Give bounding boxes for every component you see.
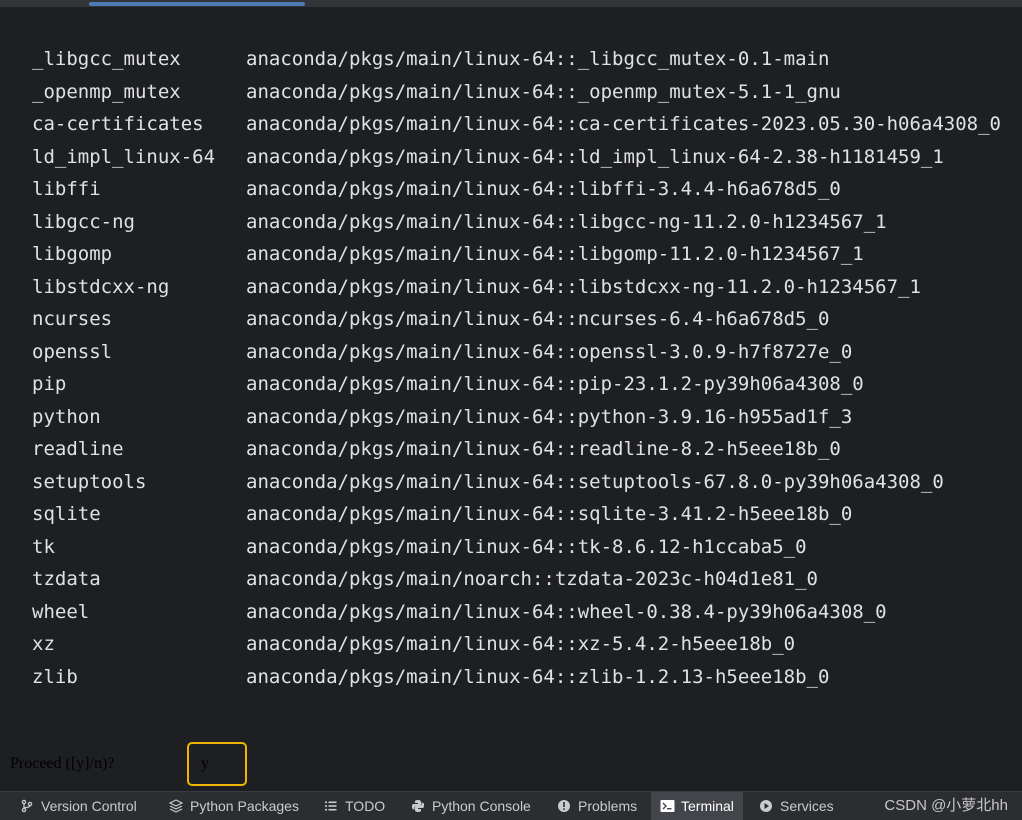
scrollbar-thumb[interactable]	[89, 2, 305, 6]
package-name: readline	[32, 438, 124, 460]
package-name: libgomp	[32, 243, 113, 265]
package-spec: anaconda/pkgs/main/linux-64::setuptools-…	[246, 470, 944, 493]
package-spec: anaconda/pkgs/main/noarch::tzdata-2023c-…	[246, 568, 818, 590]
tab-version-control[interactable]: Version Control	[11, 792, 145, 820]
package-row: pip anaconda/pkgs/main/linux-64::pip-23.1…	[32, 368, 1001, 401]
package-spec: anaconda/pkgs/main/linux-64::_libgcc_mut…	[246, 48, 830, 70]
tool-window-bar: Version Control Python Packages TODO Pyt…	[0, 791, 1022, 820]
package-row: ld_impl_linux-64 anaconda/pkgs/main/linux…	[32, 141, 1001, 174]
package-row: wheel anaconda/pkgs/main/linux-64::wheel-…	[32, 596, 1001, 629]
package-name: python	[32, 405, 101, 428]
tab-python-packages[interactable]: Python Packages	[160, 792, 307, 820]
package-name: ld_impl_linux-64	[32, 145, 216, 168]
package-name: xz	[32, 633, 55, 655]
info-icon	[556, 798, 572, 814]
play-icon	[758, 798, 774, 814]
package-name: sqlite	[32, 503, 101, 525]
package-spec: anaconda/pkgs/main/linux-64::openssl-3.0…	[246, 340, 853, 363]
tab-label: Python Console	[432, 798, 531, 814]
list-icon	[323, 798, 339, 814]
package-row: libffi anaconda/pkgs/main/linux-64::libff…	[32, 173, 1001, 206]
tab-services[interactable]: Services	[750, 792, 842, 820]
tab-problems[interactable]: Problems	[548, 792, 645, 820]
package-spec: anaconda/pkgs/main/linux-64::libstdcxx-n…	[246, 275, 921, 298]
package-row: zlib anaconda/pkgs/main/linux-64::zlib-1.…	[32, 661, 1001, 694]
package-name: libgcc-ng	[32, 210, 135, 233]
package-name: tk	[32, 535, 55, 558]
watermark: CSDN @小萝北hh	[884, 797, 1008, 814]
package-spec: anaconda/pkgs/main/linux-64::ncurses-6.4…	[246, 308, 830, 330]
package-spec: anaconda/pkgs/main/linux-64::tk-8.6.12-h…	[246, 535, 807, 558]
package-spec: anaconda/pkgs/main/linux-64::libffi-3.4.…	[246, 178, 841, 200]
tab-terminal[interactable]: Terminal	[651, 792, 743, 820]
package-row: libgcc-ng anaconda/pkgs/main/linux-64::li…	[32, 206, 1001, 239]
package-spec: anaconda/pkgs/main/linux-64::pip-23.1.2-…	[246, 373, 864, 395]
answer-highlight-box	[187, 742, 247, 786]
package-name: libstdcxx-ng	[32, 275, 170, 298]
package-row: openssl anaconda/pkgs/main/linux-64::open…	[32, 336, 1001, 369]
package-spec: anaconda/pkgs/main/linux-64::libgcc-ng-1…	[246, 210, 887, 233]
package-spec: anaconda/pkgs/main/linux-64::sqlite-3.41…	[246, 503, 853, 525]
package-row: sqlite anaconda/pkgs/main/linux-64::sqlit…	[32, 498, 1001, 531]
package-row: xz anaconda/pkgs/main/linux-64::xz-5.4.2-…	[32, 628, 1001, 661]
package-spec: anaconda/pkgs/main/linux-64::ld_impl_lin…	[246, 145, 944, 168]
package-row: tk anaconda/pkgs/main/linux-64::tk-8.6.12…	[32, 531, 1001, 564]
package-spec: anaconda/pkgs/main/linux-64::xz-5.4.2-h5…	[246, 633, 796, 655]
package-row: libstdcxx-ng anaconda/pkgs/main/linux-64:…	[32, 271, 1001, 304]
package-name: wheel	[32, 600, 90, 623]
package-row: _libgcc_mutex anaconda/pkgs/main/linux-64…	[32, 43, 1001, 76]
editor-horizontal-scrollbar[interactable]	[0, 0, 1022, 7]
package-spec: anaconda/pkgs/main/linux-64::libgomp-11.…	[246, 243, 864, 265]
tab-label: Terminal	[681, 798, 734, 814]
package-spec: anaconda/pkgs/main/linux-64::zlib-1.2.13…	[246, 665, 830, 688]
tab-python-console[interactable]: Python Console	[402, 792, 539, 820]
terminal-panel[interactable]: _libgcc_mutex anaconda/pkgs/main/linux-64…	[0, 7, 1022, 791]
package-spec: anaconda/pkgs/main/linux-64::wheel-0.38.…	[246, 600, 887, 623]
package-row: python anaconda/pkgs/main/linux-64::pytho…	[32, 401, 1001, 434]
package-name: pip	[32, 373, 67, 395]
proceed-prompt: Proceed ([y]/n)?	[10, 755, 115, 772]
package-row: setuptools anaconda/pkgs/main/linux-64::s…	[32, 466, 1001, 499]
package-name: _openmp_mutex	[32, 80, 181, 103]
layers-icon	[168, 798, 184, 814]
package-row: readline anaconda/pkgs/main/linux-64::rea…	[32, 433, 1001, 466]
package-row: tzdata anaconda/pkgs/main/noarch::tzdata-…	[32, 563, 1001, 596]
package-row: ca-certificates anaconda/pkgs/main/linux-…	[32, 108, 1001, 141]
tab-todo[interactable]: TODO	[315, 792, 393, 820]
package-name: libffi	[32, 178, 101, 200]
package-name: openssl	[32, 340, 113, 363]
package-row: ncurses anaconda/pkgs/main/linux-64::ncur…	[32, 303, 1001, 336]
python-icon	[410, 798, 426, 814]
tab-label: TODO	[345, 798, 386, 814]
package-name: ncurses	[32, 308, 113, 330]
tab-label: Services	[780, 798, 834, 814]
package-row: libgomp anaconda/pkgs/main/linux-64::libg…	[32, 238, 1001, 271]
package-spec: anaconda/pkgs/main/linux-64::readline-8.…	[246, 438, 841, 460]
package-name: zlib	[32, 665, 78, 688]
package-name: ca-certificates	[32, 113, 204, 135]
terminal-icon	[659, 798, 675, 814]
branch-icon	[19, 798, 35, 814]
tab-label: Python Packages	[190, 798, 299, 814]
terminal-input[interactable]: y	[201, 749, 209, 779]
package-spec: anaconda/pkgs/main/linux-64::ca-certific…	[246, 113, 1001, 135]
package-spec: anaconda/pkgs/main/linux-64::python-3.9.…	[246, 405, 853, 428]
ide-window: _libgcc_mutex anaconda/pkgs/main/linux-64…	[0, 0, 1022, 820]
package-spec: anaconda/pkgs/main/linux-64::_openmp_mut…	[246, 80, 841, 103]
tab-label: Version Control	[41, 798, 137, 814]
package-list: _libgcc_mutex anaconda/pkgs/main/linux-64…	[32, 43, 1001, 693]
package-name: setuptools	[32, 470, 147, 493]
tab-label: Problems	[578, 798, 638, 814]
package-row: _openmp_mutex anaconda/pkgs/main/linux-64…	[32, 76, 1001, 109]
package-name: _libgcc_mutex	[32, 48, 181, 70]
package-name: tzdata	[32, 568, 101, 590]
